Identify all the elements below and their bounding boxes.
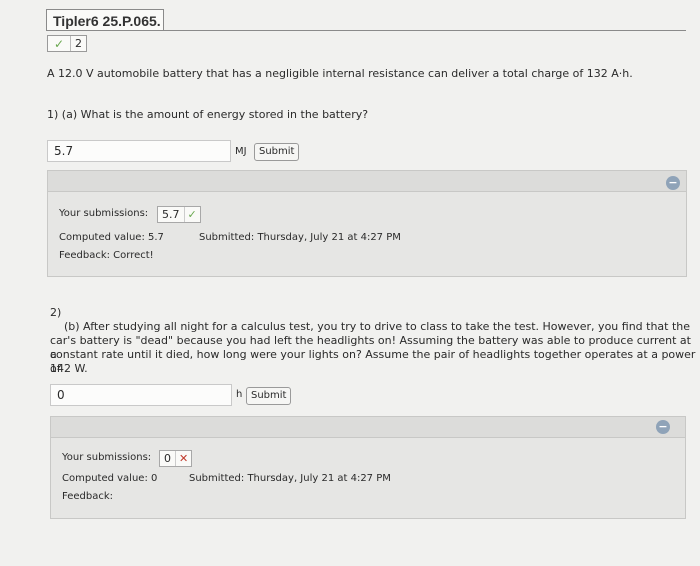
submission-history-2: 0 ✕ [159, 450, 193, 467]
problem-title: Tipler6 25.P.065. [46, 9, 164, 31]
panel-header-1 [48, 171, 686, 192]
submit-button-2[interactable]: Submit [246, 387, 292, 405]
x-mark-icon: ✕ [175, 451, 191, 466]
panel-header-2 [51, 417, 685, 438]
submissions-label-1: Your submissions: [59, 208, 149, 219]
title-divider [46, 30, 686, 31]
unit-label-2: h [236, 389, 243, 400]
question-2-number: 2) [50, 306, 62, 319]
score-value: 2 [70, 36, 82, 51]
submit-button-1[interactable]: Submit [254, 143, 300, 161]
score-badge: ✓ 2 [47, 35, 87, 52]
submission-history-1: 5.7 ✓ [157, 206, 201, 223]
answer-input-1[interactable]: 5.7 [47, 140, 231, 162]
submission-value-2: 0 [164, 452, 171, 465]
collapse-icon[interactable]: − [656, 420, 670, 434]
submitted-time-1: Submitted: Thursday, July 21 at 4:27 PM [199, 232, 401, 243]
submissions-label-2: Your submissions: [62, 452, 152, 463]
question-2-line-3: constant rate until it died, how long we… [50, 348, 696, 375]
problem-statement: A 12.0 V automobile battery that has a n… [47, 67, 633, 80]
submission-panel-2: − Your submissions: 0 ✕ Computed value: … [50, 416, 686, 519]
question-2-line-4: 142 W. [50, 362, 88, 375]
feedback-1: Feedback: Correct! [59, 250, 154, 261]
checkmark-icon: ✓ [183, 207, 200, 222]
submission-value-1: 5.7 [162, 208, 180, 221]
computed-value-1: Computed value: 5.7 [59, 232, 164, 243]
checkmark-icon: ✓ [53, 36, 65, 51]
question-1: 1) (a) What is the amount of energy stor… [47, 108, 369, 121]
submission-panel-1: − Your submissions: 5.7 ✓ Computed value… [47, 170, 687, 277]
unit-label-1: MJ [235, 146, 247, 157]
question-2-line-1: (b) After studying all night for a calcu… [64, 320, 691, 333]
computed-value-2: Computed value: 0 [62, 473, 158, 484]
answer-input-2[interactable]: 0 [50, 384, 232, 406]
feedback-2: Feedback: [62, 491, 113, 502]
collapse-icon[interactable]: − [666, 176, 680, 190]
submitted-time-2: Submitted: Thursday, July 21 at 4:27 PM [189, 473, 391, 484]
